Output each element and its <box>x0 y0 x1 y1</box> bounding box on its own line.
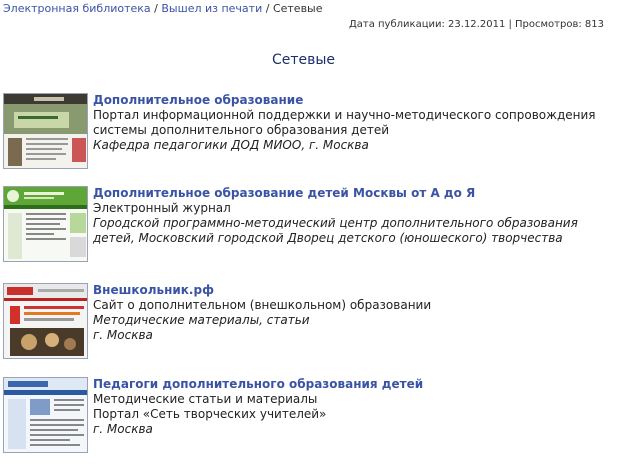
entry-city: г. Москва <box>93 422 153 436</box>
entry-title-link[interactable]: Дополнительное образование <box>93 93 608 108</box>
entry-title-link[interactable]: Дополнительное образование детей Москвы … <box>93 186 608 201</box>
list-item: Педагоги дополнительного образования дет… <box>3 377 608 457</box>
thumbnail-image[interactable] <box>3 186 88 262</box>
entry-description: Портал информационной поддержки и научно… <box>93 108 596 137</box>
entry-materials: Методические материалы, статьи <box>93 313 310 327</box>
entry-title-link[interactable]: Внешкольник.рф <box>93 283 608 298</box>
entry-text: Дополнительное образование Портал информ… <box>93 93 608 153</box>
entry-description: Методические статьи и материалы <box>93 392 318 406</box>
entry-city: г. Москва <box>93 328 153 342</box>
entry-author: Городской программно-методический центр … <box>93 216 578 245</box>
breadcrumb: Электронная библиотека / Вышел из печати… <box>3 2 323 15</box>
breadcrumb-current: Сетевые <box>272 2 323 15</box>
thumbnail-image[interactable] <box>3 283 88 359</box>
entry-portal: Портал «Сеть творческих учителей» <box>93 407 327 421</box>
page-title: Сетевые <box>271 52 336 68</box>
entry-author: Кафедра педагогики ДОД МИОО, г. Москва <box>93 138 369 152</box>
thumbnail-image[interactable] <box>3 377 88 453</box>
list-item: Дополнительное образование Портал информ… <box>3 93 608 173</box>
breadcrumb-separator: / <box>265 2 270 15</box>
entry-text: Дополнительное образование детей Москвы … <box>93 186 608 246</box>
publication-meta: Дата публикации: 23.12.2011 | Просмотров… <box>348 19 604 30</box>
entry-description: Электронный журнал <box>93 201 231 215</box>
entry-title-link[interactable]: Педагоги дополнительного образования дет… <box>93 377 608 392</box>
breadcrumb-link-library[interactable]: Электронная библиотека <box>3 2 151 15</box>
breadcrumb-link-published[interactable]: Вышел из печати <box>161 2 262 15</box>
entry-description: Сайт о дополнительном (внешкольном) обра… <box>93 298 432 312</box>
entry-text: Внешкольник.рф Сайт о дополнительном (вн… <box>93 283 608 343</box>
thumbnail-image[interactable] <box>3 93 88 169</box>
list-item: Дополнительное образование детей Москвы … <box>3 186 608 266</box>
list-item: Внешкольник.рф Сайт о дополнительном (вн… <box>3 283 608 363</box>
breadcrumb-separator: / <box>154 2 158 15</box>
entry-text: Педагоги дополнительного образования дет… <box>93 377 608 437</box>
